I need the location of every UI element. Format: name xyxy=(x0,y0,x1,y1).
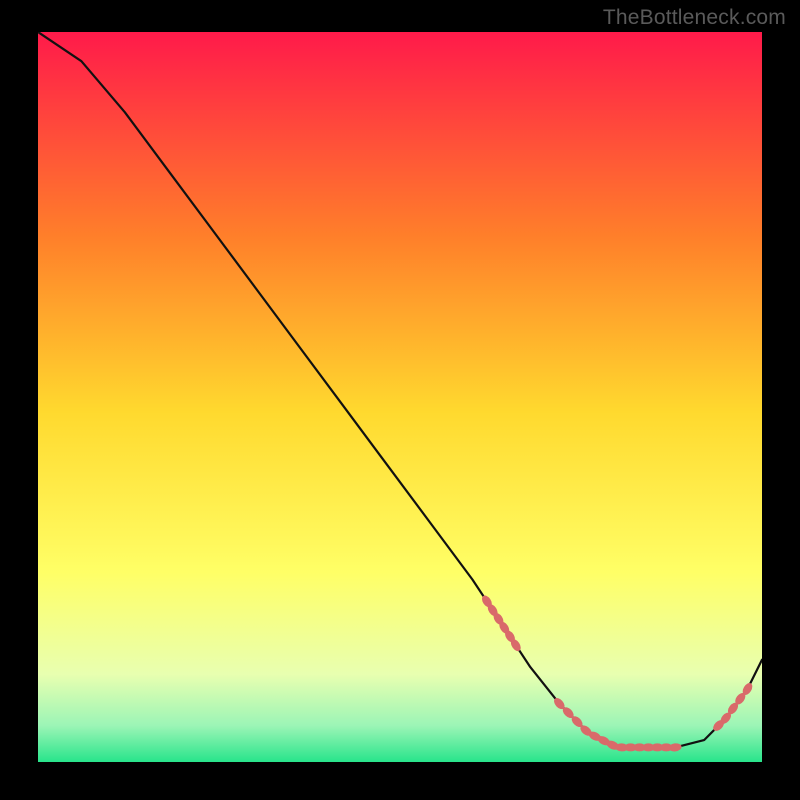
chart-svg xyxy=(38,32,762,762)
watermark-text: TheBottleneck.com xyxy=(603,6,786,30)
chart-frame: TheBottleneck.com xyxy=(0,0,800,800)
plot-area xyxy=(38,32,762,762)
